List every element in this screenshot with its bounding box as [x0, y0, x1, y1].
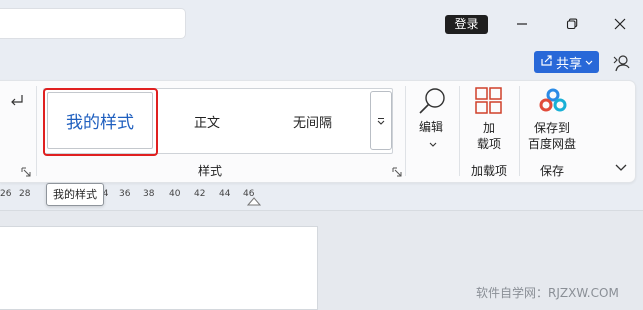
share-button[interactable]: 共享: [534, 51, 599, 73]
addins-label-line1: 加: [483, 121, 496, 135]
close-icon[interactable]: [609, 13, 631, 35]
style-normal[interactable]: 正文: [194, 112, 220, 131]
share-label: 共享: [555, 56, 582, 72]
watermark: 软件自学网：RJZXW.COM: [476, 286, 619, 300]
addins-group-label: 加载项: [470, 164, 507, 178]
collapse-ribbon-icon[interactable]: [615, 162, 627, 172]
ribbon-divider: [36, 86, 37, 176]
addins-button[interactable]: 加 载项: [470, 86, 510, 152]
login-button[interactable]: 登录: [445, 15, 488, 34]
ruler-tick: 28: [19, 189, 31, 199]
account-icon[interactable]: [611, 52, 633, 74]
ruler-tick: 44: [219, 189, 231, 199]
style-no-spacing[interactable]: 无间隔: [293, 112, 332, 131]
style-tooltip: 我的样式: [46, 183, 104, 206]
styles-dialog-launcher-icon[interactable]: [392, 166, 402, 177]
save-group-label: 保存: [539, 164, 564, 178]
minimize-icon[interactable]: [511, 13, 533, 35]
ruler-tick: 26: [0, 189, 12, 199]
dialog-launcher-icon[interactable]: [21, 166, 31, 177]
edit-label: 编辑: [419, 120, 444, 134]
search-box[interactable]: [0, 8, 186, 39]
ruler-tick: 38: [143, 189, 155, 199]
ribbon-divider: [459, 86, 460, 176]
save-to-baidu-button[interactable]: 保存到 百度网盘: [527, 86, 579, 152]
share-icon: [540, 54, 553, 71]
baidu-cloud-icon: [539, 88, 567, 114]
search-magnifier-icon: [416, 86, 448, 118]
ribbon-divider: [519, 86, 520, 176]
save-label-line2: 百度网盘: [528, 137, 577, 151]
ruler-tick: 42: [194, 189, 206, 199]
document-page[interactable]: [0, 226, 318, 310]
gallery-more-button[interactable]: [370, 91, 392, 150]
styles-group-label: 样式: [197, 164, 222, 178]
indent-marker-icon[interactable]: [246, 195, 262, 206]
ruler-tick: 36: [119, 189, 131, 199]
chevron-down-icon: [429, 137, 437, 151]
addins-label-line2: 载项: [477, 137, 502, 151]
style-my-style[interactable]: 我的样式: [47, 92, 153, 149]
chevron-down-icon: [585, 55, 593, 70]
ribbon-divider: [405, 86, 406, 176]
addins-grid-icon: [475, 87, 503, 115]
ruler-tick: 40: [169, 189, 181, 199]
save-label-line1: 保存到: [534, 121, 571, 135]
indent-arrow-icon[interactable]: [8, 93, 24, 109]
edit-button[interactable]: 编辑: [414, 86, 452, 150]
restore-icon[interactable]: [561, 13, 583, 35]
